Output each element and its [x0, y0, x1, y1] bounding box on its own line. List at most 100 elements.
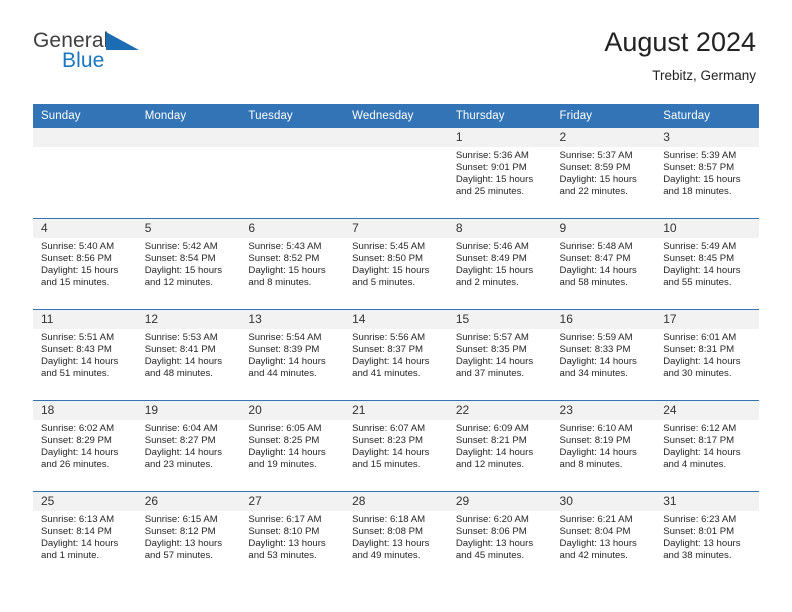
calendar-day-cell[interactable]: 14 Sunrise: 5:56 AM Sunset: 8:37 PM Dayligh… — [344, 309, 448, 401]
day-number: 26 — [136, 492, 241, 511]
sunrise-text: Sunrise: 6:21 AM — [559, 514, 633, 525]
daylight-text-line1: Daylight: 14 hours — [663, 356, 741, 368]
calendar-day-cell[interactable]: 19 Sunrise: 6:04 AM Sunset: 8:27 PM Dayligh… — [136, 400, 241, 492]
day-number: 21 — [344, 401, 448, 420]
calendar-day-cell[interactable]: 6 Sunrise: 5:43 AM Sunset: 8:52 PM Daylight… — [240, 218, 345, 310]
sunset-text: Sunset: 8:14 PM — [41, 526, 112, 538]
daylight-text-line1: Daylight: 14 hours — [663, 447, 741, 459]
calendar-day-cell[interactable]: 24 Sunrise: 6:12 AM Sunset: 8:17 PM Dayligh… — [655, 400, 759, 492]
calendar-day-cell[interactable]: 25 Sunrise: 6:13 AM Sunset: 8:14 PM Dayligh… — [33, 491, 137, 582]
day-sun-info: Sunrise: 5:40 AM Sunset: 8:56 PM Daylight:… — [33, 238, 137, 289]
calendar-day-cell-empty — [136, 128, 241, 219]
calendar-day-cell[interactable]: 17 Sunrise: 6:01 AM Sunset: 8:31 PM Dayligh… — [655, 309, 759, 401]
calendar-day-cell[interactable]: 23 Sunrise: 6:10 AM Sunset: 8:19 PM Dayligh… — [551, 400, 656, 492]
calendar-day-cell[interactable]: 11 Sunrise: 5:51 AM Sunset: 8:43 PM Dayligh… — [33, 309, 137, 401]
day-sun-info: Sunrise: 6:18 AM Sunset: 8:08 PM Daylight:… — [344, 511, 448, 562]
daylight-text-line1: Daylight: 13 hours — [144, 538, 223, 550]
daylight-text-line1: Daylight: 14 hours — [663, 265, 741, 277]
calendar-day-cell[interactable]: 13 Sunrise: 5:54 AM Sunset: 8:39 PM Dayligh… — [240, 309, 345, 401]
sunrise-text: Sunrise: 5:45 AM — [352, 241, 426, 252]
daylight-text-line1: Daylight: 13 hours — [663, 538, 741, 550]
calendar-week-row: 4 Sunrise: 5:40 AM Sunset: 8:56 PM Daylight… — [33, 218, 759, 310]
day-sun-info: Sunrise: 5:56 AM Sunset: 8:37 PM Daylight:… — [344, 329, 448, 380]
calendar-body: 1 Sunrise: 5:36 AM Sunset: 9:01 PM Daylight… — [33, 128, 759, 582]
calendar-day-cell[interactable]: 4 Sunrise: 5:40 AM Sunset: 8:56 PM Daylight… — [33, 218, 137, 310]
calendar-day-cell[interactable]: 3 Sunrise: 5:39 AM Sunset: 8:57 PM Daylight… — [655, 128, 759, 219]
day-sun-info: Sunrise: 6:23 AM Sunset: 8:01 PM Daylight:… — [655, 511, 759, 562]
calendar-day-cell[interactable]: 7 Sunrise: 5:45 AM Sunset: 8:50 PM Daylight… — [344, 218, 448, 310]
sunrise-text: Sunrise: 6:15 AM — [144, 514, 218, 525]
sunrise-text: Sunrise: 6:01 AM — [663, 332, 737, 343]
daylight-text-line1: Daylight: 15 hours — [559, 174, 637, 186]
daylight-text-line2: and 42 minutes. — [559, 550, 628, 562]
brand-name-blue: Blue — [62, 49, 105, 72]
sunset-text: Sunset: 9:01 PM — [455, 162, 527, 174]
weekday-header-monday: Monday — [136, 104, 241, 128]
day-sun-info: Sunrise: 5:42 AM Sunset: 8:54 PM Daylight:… — [137, 238, 241, 289]
calendar-week-row: 11 Sunrise: 5:51 AM Sunset: 8:43 PM Dayligh… — [33, 309, 759, 401]
calendar-day-cell[interactable]: 31 Sunrise: 6:23 AM Sunset: 8:01 PM Dayligh… — [655, 491, 759, 582]
calendar-day-cell[interactable]: 15 Sunrise: 5:57 AM Sunset: 8:35 PM Dayligh… — [447, 309, 552, 401]
daylight-text-line1: Daylight: 14 hours — [144, 447, 223, 459]
calendar-day-cell[interactable]: 8 Sunrise: 5:46 AM Sunset: 8:49 PM Daylight… — [447, 218, 552, 310]
day-sun-info: Sunrise: 6:12 AM Sunset: 8:17 PM Daylight:… — [655, 420, 759, 471]
day-number: 6 — [240, 219, 345, 238]
calendar-day-cell[interactable]: 20 Sunrise: 6:05 AM Sunset: 8:25 PM Dayligh… — [240, 400, 345, 492]
page-header: General Blue August 2024 Trebitz, German… — [0, 0, 792, 83]
calendar-day-cell[interactable]: 21 Sunrise: 6:07 AM Sunset: 8:23 PM Dayligh… — [344, 400, 448, 492]
sunrise-text: Sunrise: 6:04 AM — [144, 423, 218, 434]
calendar-day-cell[interactable]: 26 Sunrise: 6:15 AM Sunset: 8:12 PM Dayligh… — [136, 491, 241, 582]
sunrise-text: Sunrise: 5:54 AM — [248, 332, 322, 343]
calendar-day-cell[interactable]: 27 Sunrise: 6:17 AM Sunset: 8:10 PM Dayligh… — [240, 491, 345, 582]
daylight-text-line2: and 19 minutes. — [248, 459, 317, 471]
daylight-text-line2: and 57 minutes. — [144, 550, 213, 562]
daylight-text-line1: Daylight: 15 hours — [144, 265, 223, 277]
sunrise-text: Sunrise: 5:48 AM — [559, 241, 633, 252]
sunrise-text: Sunrise: 5:49 AM — [663, 241, 737, 252]
sunset-text: Sunset: 8:56 PM — [41, 253, 112, 265]
day-sun-info: Sunrise: 5:59 AM Sunset: 8:33 PM Daylight:… — [552, 329, 656, 380]
daylight-text-line2: and 18 minutes. — [663, 186, 732, 198]
sunrise-text: Sunrise: 6:17 AM — [248, 514, 322, 525]
sunset-text: Sunset: 8:01 PM — [663, 526, 735, 538]
calendar-day-cell[interactable]: 22 Sunrise: 6:09 AM Sunset: 8:21 PM Dayligh… — [447, 400, 552, 492]
day-number — [240, 128, 345, 147]
calendar-day-cell[interactable]: 1 Sunrise: 5:36 AM Sunset: 9:01 PM Daylight… — [447, 128, 552, 219]
daylight-text-line2: and 48 minutes. — [144, 368, 213, 380]
daylight-text-line1: Daylight: 13 hours — [248, 538, 326, 550]
calendar-day-cell[interactable]: 16 Sunrise: 5:59 AM Sunset: 8:33 PM Dayligh… — [551, 309, 656, 401]
weekday-header-sunday: Sunday — [33, 104, 137, 128]
sunset-text: Sunset: 8:37 PM — [352, 344, 424, 356]
sunrise-text: Sunrise: 6:10 AM — [559, 423, 633, 434]
daylight-text-line1: Daylight: 15 hours — [455, 174, 534, 186]
daylight-text-line2: and 30 minutes. — [663, 368, 732, 380]
calendar-day-cell[interactable]: 18 Sunrise: 6:02 AM Sunset: 8:29 PM Dayligh… — [33, 400, 137, 492]
daylight-text-line2: and 49 minutes. — [352, 550, 421, 562]
brand-logo[interactable]: General Blue — [33, 28, 153, 76]
calendar-day-cell[interactable]: 12 Sunrise: 5:53 AM Sunset: 8:41 PM Dayligh… — [136, 309, 241, 401]
day-sun-info: Sunrise: 6:01 AM Sunset: 8:31 PM Daylight:… — [655, 329, 759, 380]
calendar-day-cell[interactable]: 9 Sunrise: 5:48 AM Sunset: 8:47 PM Daylight… — [551, 218, 656, 310]
day-number: 31 — [655, 492, 759, 511]
day-number: 16 — [551, 310, 656, 329]
day-number: 9 — [551, 219, 656, 238]
daylight-text-line2: and 15 minutes. — [352, 459, 421, 471]
calendar-day-cell[interactable]: 28 Sunrise: 6:18 AM Sunset: 8:08 PM Dayligh… — [344, 491, 448, 582]
calendar-day-cell[interactable]: 29 Sunrise: 6:20 AM Sunset: 8:06 PM Dayligh… — [447, 491, 552, 582]
calendar-day-cell[interactable]: 30 Sunrise: 6:21 AM Sunset: 8:04 PM Dayligh… — [551, 491, 656, 582]
sunset-text: Sunset: 8:06 PM — [455, 526, 527, 538]
calendar-day-cell[interactable]: 5 Sunrise: 5:42 AM Sunset: 8:54 PM Daylight… — [136, 218, 241, 310]
sunset-text: Sunset: 8:35 PM — [455, 344, 527, 356]
sunrise-text: Sunrise: 5:51 AM — [41, 332, 115, 343]
day-number: 14 — [344, 310, 448, 329]
calendar-day-cell[interactable]: 10 Sunrise: 5:49 AM Sunset: 8:45 PM Dayligh… — [655, 218, 759, 310]
sunrise-text: Sunrise: 5:59 AM — [559, 332, 633, 343]
weekday-header-tuesday: Tuesday — [240, 104, 345, 128]
weekday-header-saturday: Saturday — [655, 104, 759, 128]
day-number: 29 — [447, 492, 552, 511]
calendar-day-cell[interactable]: 2 Sunrise: 5:37 AM Sunset: 8:59 PM Daylight… — [551, 128, 656, 219]
page-title: August 2024 — [604, 27, 756, 57]
daylight-text-line2: and 53 minutes. — [248, 550, 317, 562]
daylight-text-line1: Daylight: 15 hours — [248, 265, 326, 277]
daylight-text-line1: Daylight: 14 hours — [455, 356, 534, 368]
